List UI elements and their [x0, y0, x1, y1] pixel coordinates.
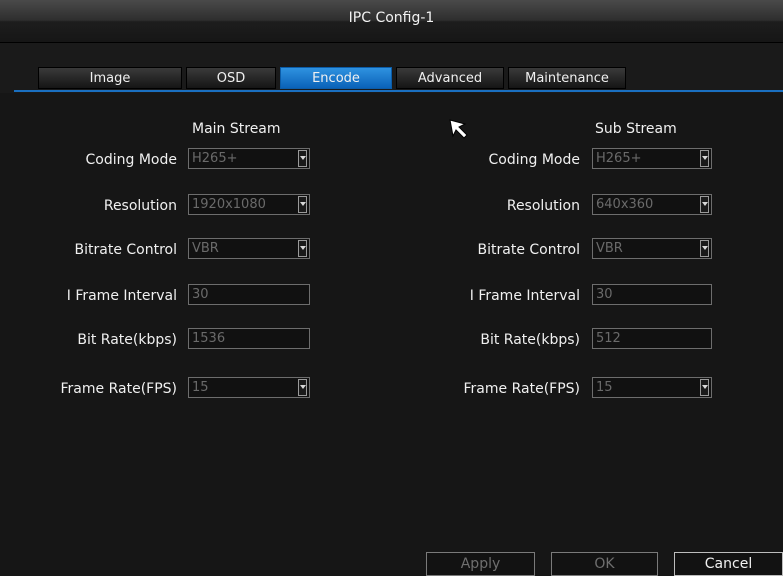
chevron-down-icon[interactable] — [298, 240, 307, 257]
sub-bit-rate-input[interactable]: 512 — [592, 328, 712, 349]
tab-underline — [14, 90, 783, 92]
main-resolution-value: 1920x1080 — [192, 197, 266, 212]
tab-advanced[interactable]: Advanced — [396, 67, 504, 89]
main-bitrate-control-label: Bitrate Control — [74, 242, 177, 258]
window-title: IPC Config-1 — [348, 10, 435, 26]
main-bit-rate-input[interactable]: 1536 — [188, 328, 310, 349]
chevron-down-icon[interactable] — [700, 196, 709, 213]
chevron-down-icon[interactable] — [700, 150, 709, 167]
tab-maintenance[interactable]: Maintenance — [508, 67, 626, 89]
main-coding-mode-value: H265+ — [192, 151, 238, 166]
sub-coding-mode-label: Coding Mode — [488, 152, 580, 168]
tab-bar: Image OSD Encode Advanced Maintenance — [38, 67, 626, 89]
sub-frame-rate-select[interactable]: 15 — [592, 377, 712, 398]
main-bitrate-control-select[interactable]: VBR — [188, 238, 310, 259]
main-frame-rate-value: 15 — [192, 380, 209, 395]
sub-bitrate-control-label: Bitrate Control — [477, 242, 580, 258]
main-frame-rate-label: Frame Rate(FPS) — [60, 381, 177, 397]
sub-bitrate-control-value: VBR — [596, 241, 623, 256]
main-stream-header: Main Stream — [192, 121, 281, 137]
main-bit-rate-label: Bit Rate(kbps) — [77, 332, 177, 348]
sub-frame-rate-label: Frame Rate(FPS) — [463, 381, 580, 397]
sub-coding-mode-value: H265+ — [596, 151, 642, 166]
sub-resolution-select[interactable]: 640x360 — [592, 194, 712, 215]
sub-frame-rate-value: 15 — [596, 380, 613, 395]
main-resolution-select[interactable]: 1920x1080 — [188, 194, 310, 215]
sub-bit-rate-label: Bit Rate(kbps) — [480, 332, 580, 348]
main-frame-rate-select[interactable]: 15 — [188, 377, 310, 398]
main-bitrate-control-value: VBR — [192, 241, 219, 256]
sub-coding-mode-select[interactable]: H265+ — [592, 148, 712, 169]
sub-i-frame-interval-label: I Frame Interval — [469, 288, 580, 304]
sub-resolution-value: 640x360 — [596, 197, 654, 212]
cancel-button[interactable]: Cancel — [674, 552, 783, 576]
chevron-down-icon[interactable] — [298, 150, 307, 167]
tab-osd[interactable]: OSD — [186, 67, 276, 89]
sub-resolution-label: Resolution — [506, 198, 580, 214]
main-coding-mode-select[interactable]: H265+ — [188, 148, 310, 169]
main-coding-mode-label: Coding Mode — [85, 152, 177, 168]
chevron-down-icon[interactable] — [700, 240, 709, 257]
sub-i-frame-interval-input[interactable]: 30 — [592, 284, 712, 305]
chevron-down-icon[interactable] — [700, 379, 709, 396]
tab-image[interactable]: Image — [38, 67, 182, 89]
main-resolution-label: Resolution — [103, 198, 177, 214]
ok-button[interactable]: OK — [551, 552, 658, 576]
mouse-cursor-icon — [449, 119, 468, 139]
main-i-frame-interval-label: I Frame Interval — [66, 288, 177, 304]
sub-stream-header: Sub Stream — [595, 121, 677, 137]
apply-button[interactable]: Apply — [426, 552, 535, 576]
tab-encode[interactable]: Encode — [280, 67, 392, 89]
sub-bitrate-control-select[interactable]: VBR — [592, 238, 712, 259]
title-bar: IPC Config-1 — [0, 0, 783, 43]
chevron-down-icon[interactable] — [298, 379, 307, 396]
main-i-frame-interval-input[interactable]: 30 — [188, 284, 310, 305]
chevron-down-icon[interactable] — [298, 196, 307, 213]
